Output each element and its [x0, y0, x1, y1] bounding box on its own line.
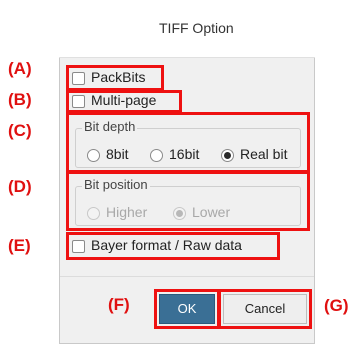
- label-e: (E): [8, 236, 31, 255]
- radio-8bit[interactable]: [87, 149, 100, 162]
- button-separator: [60, 276, 314, 277]
- radio-16bit[interactable]: [150, 149, 163, 162]
- dialog-titlebar: TIFF Option: [59, 1, 315, 58]
- label-f: (F): [108, 295, 130, 314]
- radio-higher-label: Higher: [106, 204, 148, 220]
- packbits-checkbox[interactable]: [72, 72, 85, 85]
- label-g: (G): [324, 296, 349, 315]
- packbits-label: PackBits: [91, 69, 146, 85]
- label-a: (A): [8, 59, 32, 78]
- radio-lower-label: Lower: [192, 204, 231, 220]
- ok-button[interactable]: OK: [159, 294, 215, 324]
- bit-position-title: Bit position: [82, 177, 150, 192]
- multipage-label: Multi-page: [91, 92, 157, 108]
- cancel-button[interactable]: Cancel: [223, 294, 307, 324]
- label-b: (B): [8, 90, 32, 109]
- radio-16bit-label: 16bit: [169, 146, 200, 162]
- bayer-checkbox[interactable]: [72, 240, 85, 253]
- radio-higher[interactable]: [87, 207, 100, 220]
- radio-real-bit[interactable]: [221, 149, 234, 162]
- bit-depth-title: Bit depth: [82, 119, 138, 134]
- bayer-label: Bayer format / Raw data: [91, 237, 242, 253]
- radio-8bit-label: 8bit: [106, 146, 129, 162]
- dialog-title: TIFF Option: [159, 20, 234, 36]
- label-d: (D): [8, 177, 32, 196]
- radio-real-bit-label: Real bit: [240, 146, 288, 162]
- multipage-checkbox[interactable]: [72, 95, 85, 108]
- label-c: (C): [8, 121, 32, 140]
- radio-lower[interactable]: [173, 207, 186, 220]
